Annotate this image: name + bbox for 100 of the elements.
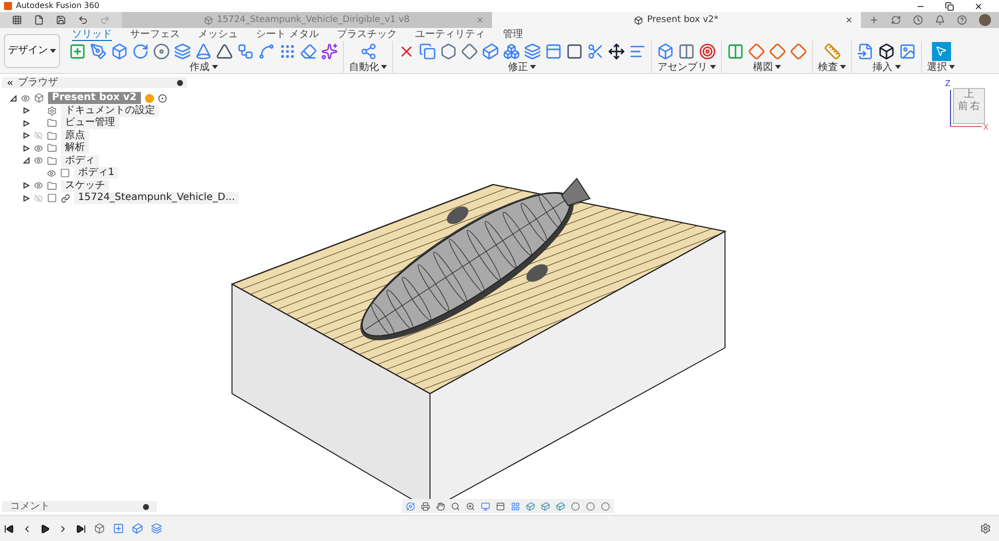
sync-icon[interactable]: [891, 15, 901, 25]
sketch-plus-icon[interactable]: [69, 42, 86, 60]
cube-face-label[interactable]: 前: [958, 101, 968, 113]
tool-group-menu[interactable]: 自動化: [349, 62, 387, 72]
display-icon[interactable]: [481, 502, 490, 510]
move-icon[interactable]: [608, 42, 625, 60]
cube-icon[interactable]: [541, 502, 550, 510]
collapse-icon[interactable]: [6, 78, 14, 86]
timeline-feature-icon[interactable]: [132, 523, 143, 534]
play-icon[interactable]: [40, 524, 50, 534]
tree-item-label[interactable]: スケッチ: [61, 180, 109, 192]
restore-icon[interactable]: [945, 2, 954, 10]
timeline-feature-icon[interactable]: [113, 523, 124, 534]
collapsed-triangle-icon[interactable]: [23, 182, 30, 190]
eye-icon[interactable]: [34, 156, 43, 166]
revolve-icon[interactable]: [132, 42, 149, 60]
cube-face-label[interactable]: 右: [970, 101, 980, 113]
collapsed-triangle-icon[interactable]: [23, 107, 30, 114]
toolbar-tab[interactable]: メッシュ: [198, 28, 238, 40]
cone-icon[interactable]: [195, 42, 212, 60]
diamond-icon[interactable]: [769, 42, 786, 60]
tree-item-label[interactable]: 15724_Steampunk_Vehicle_D...: [74, 192, 239, 204]
timeline-feature-icon[interactable]: [94, 523, 105, 534]
dots-icon[interactable]: [279, 42, 296, 60]
undo-icon[interactable]: [78, 15, 88, 25]
avatar[interactable]: [979, 14, 991, 26]
spline-icon[interactable]: [258, 42, 275, 60]
eraser-icon[interactable]: [300, 42, 317, 60]
expanded-triangle-icon[interactable]: [23, 157, 30, 164]
tree-item-label[interactable]: ボディ: [61, 154, 99, 167]
settings-icon[interactable]: [980, 523, 991, 534]
toolbar-tab[interactable]: プラスチック: [337, 28, 398, 40]
eye-icon[interactable]: [34, 144, 43, 153]
pen-icon[interactable]: [90, 42, 107, 60]
toolbar-tab[interactable]: シート メタル: [256, 28, 320, 40]
toolbar-tab[interactable]: 管理: [503, 28, 524, 40]
ruler-icon[interactable]: [824, 42, 840, 60]
circle-icon[interactable]: [571, 502, 580, 510]
select-tool[interactable]: [932, 42, 950, 60]
apps-grid-icon[interactable]: [12, 15, 22, 25]
layers-icon[interactable]: [524, 42, 541, 60]
tree-item-label[interactable]: ボディ1: [74, 167, 118, 180]
viewcube[interactable]: 上 前 右: [953, 88, 985, 124]
collapsed-triangle-icon[interactable]: [23, 194, 30, 202]
toolbar-tab[interactable]: サーフェス: [130, 28, 180, 40]
save-icon[interactable]: [56, 15, 66, 25]
close-icon[interactable]: [974, 2, 983, 10]
copy-icon[interactable]: [419, 42, 436, 60]
activate-icon[interactable]: [158, 94, 167, 103]
tool-group-menu[interactable]: 修正: [508, 62, 536, 72]
skip-back-icon[interactable]: [4, 524, 14, 534]
columns-icon[interactable]: [678, 42, 695, 60]
tree-item-label[interactable]: ドキュメントの設定: [61, 104, 159, 117]
circle-icon[interactable]: [586, 502, 595, 510]
tool-group-menu[interactable]: 挿入: [872, 62, 900, 72]
pan-icon[interactable]: [436, 502, 445, 510]
cube-icon[interactable]: [526, 502, 535, 510]
disc-icon[interactable]: [153, 42, 170, 60]
collapsed-triangle-icon[interactable]: [23, 132, 30, 140]
branch-icon[interactable]: [360, 42, 376, 60]
nodes-icon[interactable]: [237, 42, 254, 60]
new-tab-icon[interactable]: [869, 15, 879, 25]
pin-icon[interactable]: [177, 80, 183, 86]
layers-icon[interactable]: [174, 42, 191, 60]
eye-icon[interactable]: [34, 181, 43, 190]
help-icon[interactable]: [957, 15, 967, 25]
timeline-feature-icon[interactable]: [151, 523, 162, 534]
skip-forward-icon[interactable]: [76, 524, 86, 534]
expanded-triangle-icon[interactable]: [10, 94, 17, 102]
tree-item-label[interactable]: ビュー管理: [61, 117, 119, 130]
notification-icon[interactable]: [935, 15, 945, 25]
box-icon[interactable]: [878, 42, 895, 60]
sparkle-icon[interactable]: [321, 42, 338, 60]
panel-icon[interactable]: [545, 42, 562, 60]
tool-group-menu[interactable]: 作成: [190, 62, 218, 72]
circle-icon[interactable]: [601, 502, 610, 510]
pin-icon[interactable]: [143, 504, 149, 510]
tool-group-menu[interactable]: アセンブリ: [658, 62, 716, 72]
toolbar-tab[interactable]: ユーティリティ: [415, 28, 486, 40]
target-icon[interactable]: [699, 42, 716, 60]
tool-group-menu[interactable]: 構図: [753, 62, 781, 72]
orbit-icon[interactable]: [406, 502, 415, 510]
clock-icon[interactable]: [913, 15, 923, 25]
document-tab[interactable]: Present box v2*: [492, 12, 861, 28]
cube-icon[interactable]: [556, 502, 565, 510]
visual-style-icon[interactable]: [496, 502, 505, 510]
boxes-icon[interactable]: [503, 42, 520, 60]
zoom-window-icon[interactable]: [466, 502, 475, 510]
tool-group-menu[interactable]: 検査: [818, 62, 846, 72]
tree-item-label[interactable]: 原点: [61, 130, 89, 142]
tree-item-label[interactable]: 解析: [61, 142, 89, 154]
tool-group-menu[interactable]: 選択: [927, 62, 955, 72]
workspace-button[interactable]: デザイン: [4, 34, 60, 68]
toolbar-tab[interactable]: ソリッド: [72, 28, 112, 40]
zoom-icon[interactable]: [451, 502, 460, 510]
cube-face-label[interactable]: 上: [964, 89, 974, 101]
collapsed-triangle-icon[interactable]: [23, 144, 30, 152]
collapsed-triangle-icon[interactable]: [23, 120, 30, 127]
close-tab-icon[interactable]: [845, 16, 853, 24]
eye-icon[interactable]: [47, 168, 56, 178]
